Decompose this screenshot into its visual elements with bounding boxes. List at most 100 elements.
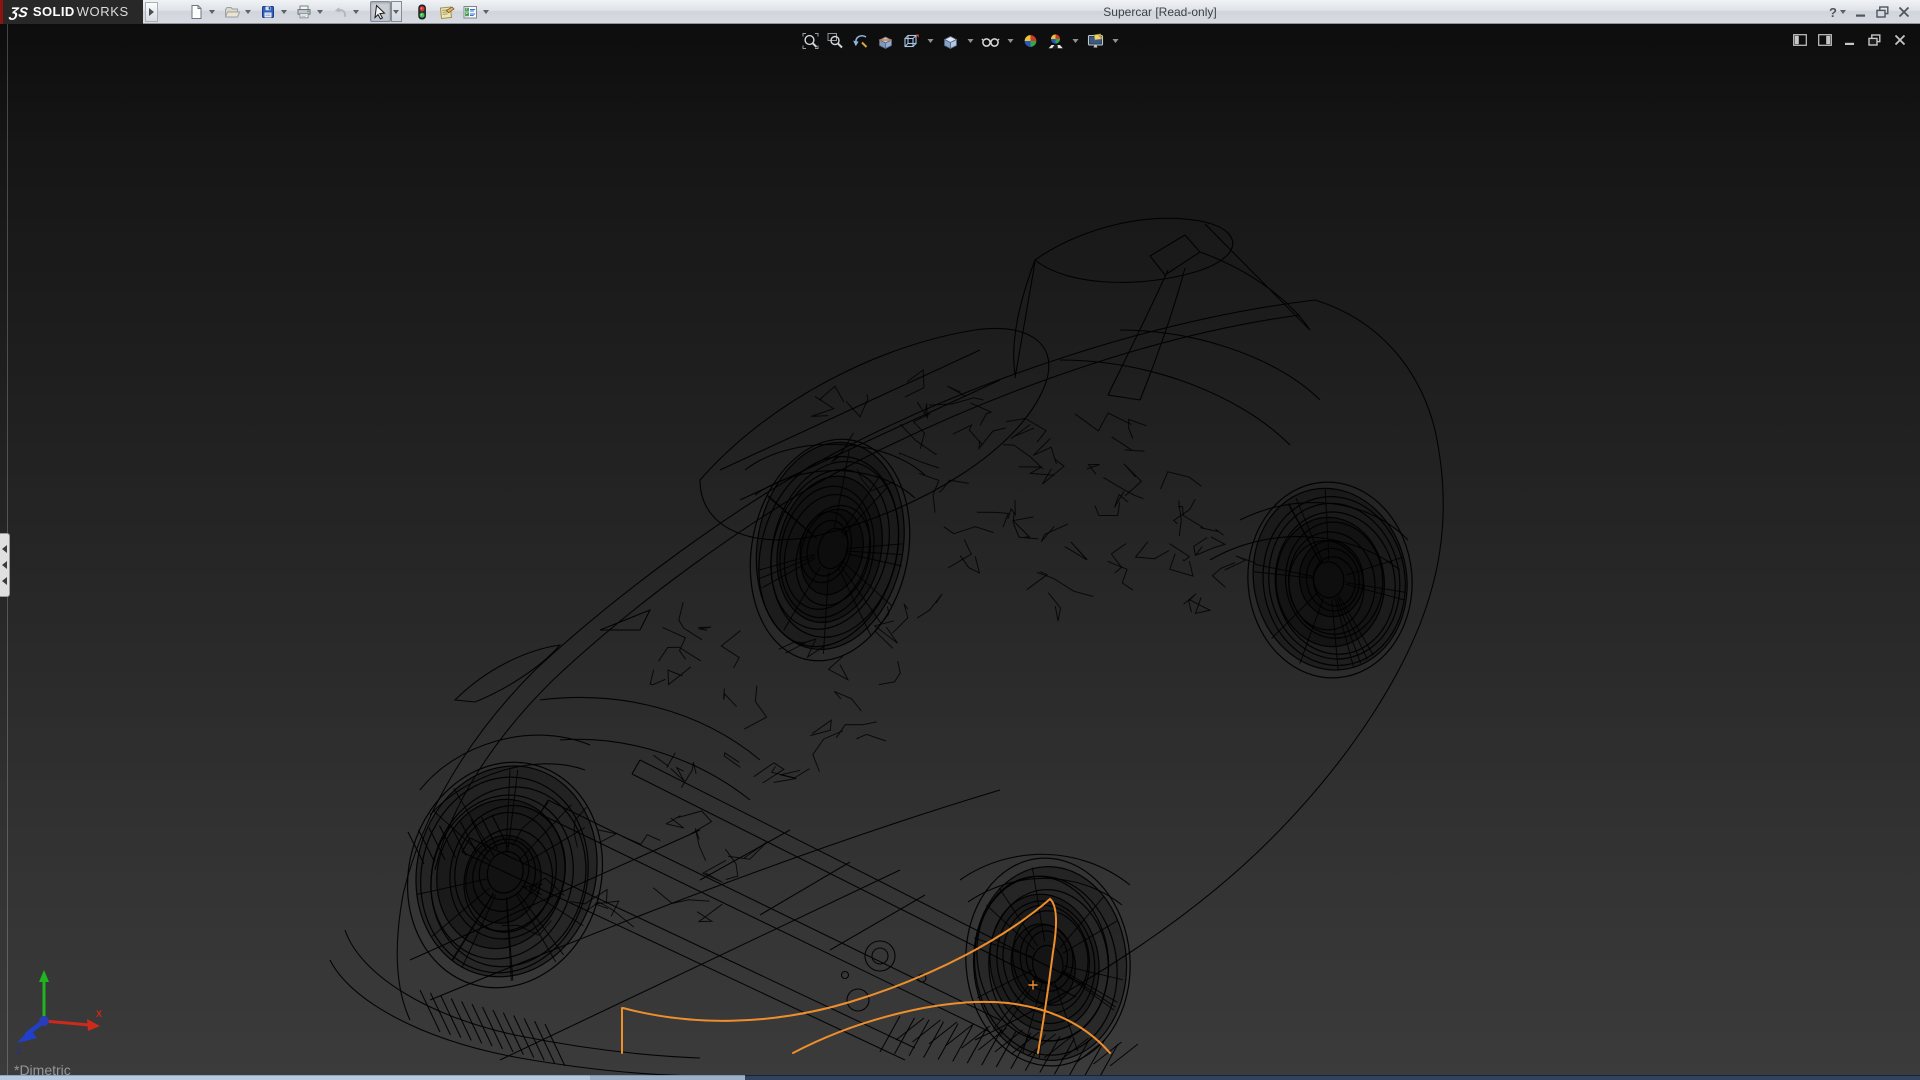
zoom-to-area-button[interactable] bbox=[824, 29, 847, 52]
chevron-down-icon bbox=[927, 39, 933, 43]
chevron-down-icon bbox=[967, 39, 973, 43]
menu-expand-arrow[interactable] bbox=[145, 2, 158, 22]
view-settings-button[interactable] bbox=[1084, 29, 1107, 52]
chevron-left-icon bbox=[2, 577, 7, 585]
new-document-button[interactable] bbox=[186, 1, 207, 22]
minimize-icon bbox=[1844, 34, 1856, 46]
chevron-down-icon bbox=[209, 10, 215, 14]
display-style-cube-icon bbox=[941, 32, 959, 50]
rebuild-button[interactable] bbox=[412, 1, 433, 22]
display-style-button[interactable] bbox=[939, 29, 962, 52]
titlebar-controls: ? bbox=[1829, 0, 1910, 24]
options-button[interactable] bbox=[460, 1, 481, 22]
view-orientation-button[interactable] bbox=[899, 29, 922, 52]
chevron-down-icon bbox=[1007, 39, 1013, 43]
save-dropdown[interactable] bbox=[279, 1, 290, 22]
zoom-to-area-icon bbox=[826, 32, 844, 50]
undo-dropdown[interactable] bbox=[351, 1, 362, 22]
windows-taskbar-edge bbox=[0, 1075, 1920, 1080]
display-style-dropdown[interactable] bbox=[964, 29, 977, 52]
restore-icon bbox=[1868, 34, 1881, 46]
help-button[interactable]: ? bbox=[1829, 5, 1846, 20]
chevron-down-icon bbox=[245, 10, 251, 14]
hide-show-items-button[interactable] bbox=[979, 29, 1002, 52]
previous-view-icon bbox=[851, 32, 869, 50]
chevron-left-icon bbox=[2, 561, 7, 569]
x-axis-label: X bbox=[96, 1009, 102, 1019]
close-document-button[interactable] bbox=[1891, 32, 1908, 47]
new-document-icon bbox=[188, 4, 204, 20]
main-toolbar bbox=[186, 0, 496, 23]
select-dropdown[interactable] bbox=[391, 1, 402, 22]
restore-button[interactable] bbox=[1876, 6, 1889, 18]
taskbar-segment-right[interactable] bbox=[745, 1075, 1920, 1080]
select-button[interactable] bbox=[370, 1, 391, 22]
chevron-down-icon bbox=[317, 10, 323, 14]
section-view-button[interactable] bbox=[874, 29, 897, 52]
edit-appearance-button[interactable] bbox=[1019, 29, 1042, 52]
save-button[interactable] bbox=[258, 1, 279, 22]
view-settings-dropdown[interactable] bbox=[1109, 29, 1122, 52]
undo-button[interactable] bbox=[330, 1, 351, 22]
chevron-left-icon bbox=[2, 545, 7, 553]
graphics-viewport[interactable]: X Z *Dimetric bbox=[0, 24, 1920, 1075]
z-axis-label: Z bbox=[16, 1046, 22, 1056]
save-floppy-icon bbox=[260, 4, 276, 20]
eyeglasses-icon bbox=[981, 32, 999, 50]
traffic-light-icon bbox=[414, 4, 430, 20]
chevron-down-icon bbox=[1840, 10, 1846, 14]
restore-document-button[interactable] bbox=[1866, 32, 1883, 47]
print-button[interactable] bbox=[294, 1, 315, 22]
undo-arrow-icon bbox=[332, 4, 348, 20]
options-dropdown[interactable] bbox=[481, 1, 492, 22]
minimize-button[interactable] bbox=[1855, 6, 1867, 18]
wireframe-car-model bbox=[0, 24, 1920, 1075]
toggle-right-pane-button[interactable] bbox=[1816, 32, 1833, 47]
appearance-ball-icon bbox=[1021, 32, 1039, 50]
toggle-left-pane-button[interactable] bbox=[1791, 32, 1808, 47]
chevron-down-icon bbox=[281, 10, 287, 14]
select-cursor-icon bbox=[372, 4, 388, 20]
solidworks-logo-text-light: WORKS bbox=[77, 4, 129, 19]
orientation-triad[interactable]: X Z bbox=[8, 965, 108, 1057]
document-window-controls bbox=[1791, 32, 1908, 47]
scene-checker-ball-icon bbox=[1046, 32, 1064, 50]
taskbar-segment-mid[interactable] bbox=[590, 1075, 745, 1080]
file-properties-button[interactable] bbox=[436, 1, 457, 22]
solidworks-logo-glyph: ƷS bbox=[9, 4, 29, 20]
file-properties-icon bbox=[438, 4, 455, 20]
open-dropdown[interactable] bbox=[243, 1, 254, 22]
solidworks-logo: ƷS SOLID WORKS bbox=[0, 0, 143, 24]
close-button[interactable] bbox=[1898, 6, 1910, 18]
apply-scene-button[interactable] bbox=[1044, 29, 1067, 52]
chevron-down-icon bbox=[353, 10, 359, 14]
chevron-right-icon bbox=[149, 8, 154, 16]
zoom-to-fit-icon bbox=[801, 32, 819, 50]
section-view-icon bbox=[876, 32, 894, 50]
chevron-down-icon bbox=[1072, 39, 1078, 43]
x-axis-arrow bbox=[44, 1021, 90, 1025]
chevron-down-icon bbox=[1112, 39, 1118, 43]
options-checklist-icon bbox=[462, 4, 478, 20]
y-axis-arrowhead bbox=[39, 970, 49, 982]
titlebar: ƷS SOLID WORKS bbox=[0, 0, 1920, 24]
zoom-to-fit-button[interactable] bbox=[799, 29, 822, 52]
open-button[interactable] bbox=[222, 1, 243, 22]
apply-scene-dropdown[interactable] bbox=[1069, 29, 1082, 52]
window-title: Supercar [Read-only] bbox=[470, 5, 1850, 19]
x-axis-arrowhead bbox=[87, 1019, 100, 1031]
print-dropdown[interactable] bbox=[315, 1, 326, 22]
chevron-down-icon bbox=[393, 10, 399, 14]
taskbar-segment-left[interactable] bbox=[0, 1075, 590, 1080]
view-orientation-dropdown[interactable] bbox=[924, 29, 937, 52]
minimize-document-button[interactable] bbox=[1841, 32, 1858, 47]
headsup-view-toolbar bbox=[799, 29, 1122, 52]
panel-splitter-tab[interactable] bbox=[0, 533, 10, 597]
new-document-dropdown[interactable] bbox=[207, 1, 218, 22]
printer-icon bbox=[296, 4, 312, 20]
hide-show-items-dropdown[interactable] bbox=[1004, 29, 1017, 52]
triad-origin bbox=[39, 1016, 49, 1026]
view-orientation-cube-icon bbox=[901, 32, 919, 50]
pane-left-icon bbox=[1793, 34, 1807, 46]
previous-view-button[interactable] bbox=[849, 29, 872, 52]
